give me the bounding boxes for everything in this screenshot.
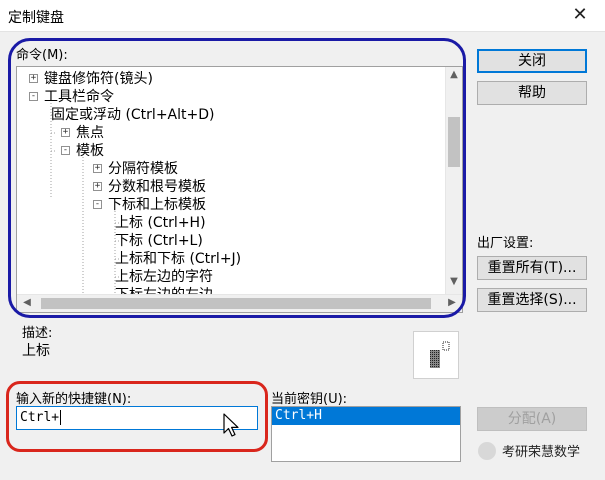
description-label: 描述:	[22, 326, 53, 341]
title-bar: 定制键盘 ✕	[0, 0, 605, 32]
wechat-logo-icon	[478, 441, 496, 460]
scroll-left-icon[interactable]: ◀	[20, 297, 34, 308]
reset-all-button[interactable]: 重置所有(T)...	[477, 256, 587, 280]
factory-settings-label: 出厂设置:	[477, 236, 534, 251]
assign-button[interactable]: 分配(A)	[477, 407, 587, 431]
tree-node[interactable]: - 下标和上标模板	[93, 195, 206, 213]
expand-icon[interactable]: +	[61, 127, 70, 137]
expand-icon[interactable]: +	[93, 163, 102, 173]
tree-node-label: 上标 (Ctrl+H)	[115, 215, 206, 231]
tree-node[interactable]: 上标和下标 (Ctrl+J)	[115, 249, 241, 267]
commands-label: 命令(M):	[16, 48, 68, 63]
vertical-scroll-thumb[interactable]	[448, 117, 460, 167]
superscript-template-icon	[430, 341, 450, 368]
collapse-icon[interactable]: -	[61, 145, 70, 155]
collapse-icon[interactable]: -	[93, 199, 102, 209]
tree-node-label: 焦点	[76, 125, 104, 141]
tree-node[interactable]: + 焦点	[61, 123, 104, 141]
tree-node[interactable]: - 模板	[61, 141, 104, 159]
reset-selection-button[interactable]: 重置选择(S)...	[477, 288, 587, 312]
tree-node[interactable]: 固定或浮动 (Ctrl+Alt+D)	[51, 105, 214, 123]
scroll-right-icon[interactable]: ▶	[445, 297, 459, 308]
current-keys-label: 当前密钥(U):	[271, 392, 348, 407]
new-shortcut-label: 输入新的快捷键(N):	[16, 392, 132, 407]
horizontal-scrollbar[interactable]: ◀ ▶	[17, 294, 462, 312]
tree-node-label: 下标 (Ctrl+L)	[115, 233, 203, 249]
window-title: 定制键盘	[8, 10, 64, 26]
tree-node-label: 分数和根号模板	[108, 179, 206, 195]
new-shortcut-input[interactable]: Ctrl+	[16, 406, 258, 430]
help-button[interactable]: 帮助	[477, 81, 587, 105]
horizontal-scroll-thumb[interactable]	[41, 298, 431, 309]
symbol-preview	[413, 331, 459, 379]
tree-node[interactable]: + 键盘修饰符(镜头)	[29, 69, 153, 87]
watermark: 考研荣慧数学	[478, 441, 580, 460]
current-key-item[interactable]: Ctrl+H	[272, 407, 460, 425]
tree-node[interactable]: + 分数和根号模板	[93, 177, 206, 195]
text-caret	[60, 410, 62, 425]
tree-node-label: 固定或浮动 (Ctrl+Alt+D)	[51, 107, 215, 123]
tree-node-label: 分隔符模板	[108, 161, 178, 177]
tree-node[interactable]: 上标左边的字符	[115, 267, 213, 285]
tree-node-label: 模板	[76, 143, 104, 159]
tree-node[interactable]: - 工具栏命令	[29, 87, 114, 105]
tree-node-label: 工具栏命令	[44, 89, 114, 105]
tree-node[interactable]: 上标 (Ctrl+H)	[115, 213, 206, 231]
current-keys-list[interactable]: Ctrl+H	[271, 406, 461, 462]
tree-node-label: 下标和上标模板	[108, 197, 206, 213]
tree-node-label: 键盘修饰符(镜头)	[44, 71, 153, 87]
collapse-icon[interactable]: -	[29, 91, 38, 101]
command-tree[interactable]: + 键盘修饰符(镜头) - 工具栏命令 固定或浮动 (Ctrl+Alt+D) + 焦点 - 模板…	[16, 66, 463, 313]
expand-icon[interactable]: +	[29, 73, 38, 83]
scroll-up-icon[interactable]: ▲	[447, 69, 461, 80]
close-button[interactable]: 关闭	[477, 49, 587, 73]
tree-node[interactable]: + 分隔符模板	[93, 159, 178, 177]
description-value: 上标	[22, 343, 50, 359]
tree-node-label: 上标和下标 (Ctrl+J)	[115, 251, 242, 267]
watermark-text: 考研荣慧数学	[502, 445, 581, 460]
new-shortcut-value: Ctrl+	[20, 410, 60, 425]
tree-node[interactable]: 下标 (Ctrl+L)	[115, 231, 203, 249]
vertical-scrollbar[interactable]: ▲ ▼	[445, 67, 462, 295]
tree-node-label: 上标左边的字符	[115, 269, 213, 285]
close-icon[interactable]: ✕	[569, 4, 591, 26]
expand-icon[interactable]: +	[93, 181, 102, 191]
scroll-down-icon[interactable]: ▼	[447, 276, 461, 287]
